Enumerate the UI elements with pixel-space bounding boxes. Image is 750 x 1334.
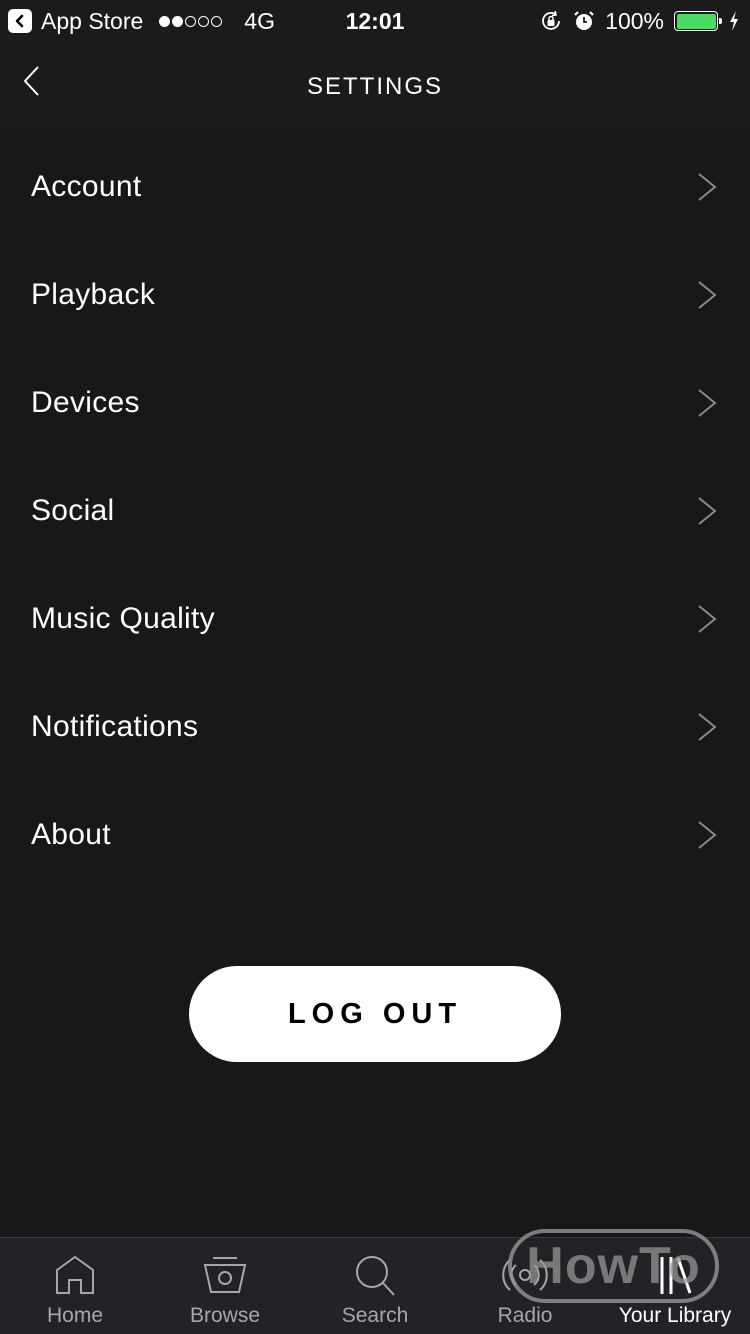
status-left: App Store 4G [8,0,275,42]
tab-bar: Home Browse Search Radio Your Library [0,1237,750,1334]
signal-dot [172,15,184,27]
tab-your-library[interactable]: Your Library [600,1238,750,1334]
signal-dot [211,15,223,27]
tab-radio[interactable]: Radio [450,1238,600,1334]
settings-screen: App Store 4G 12:01 100% SETTINGS Account… [0,0,750,1334]
settings-item-social[interactable]: Social [0,457,750,565]
settings-item-music-quality[interactable]: Music Quality [0,565,750,673]
settings-item-label: About [31,818,111,851]
battery-percent: 100% [605,7,664,34]
search-icon [356,1256,395,1296]
browse-icon [203,1257,247,1293]
chevron-right-icon [698,173,717,201]
radio-icon [502,1259,548,1291]
settings-item-devices[interactable]: Devices [0,349,750,457]
chevron-right-icon [698,281,717,309]
chevron-right-icon [698,497,717,525]
back-to-app-label[interactable]: App Store [41,8,143,35]
page-title: SETTINGS [306,73,443,100]
settings-item-notifications[interactable]: Notifications [0,673,750,781]
settings-item-label: Music Quality [31,602,215,635]
tab-label: Your Library [618,1304,732,1327]
home-icon [56,1255,94,1294]
tab-browse[interactable]: Browse [150,1238,300,1334]
status-bar: App Store 4G 12:01 100% [0,0,750,42]
settings-item-label: Devices [31,386,140,419]
signal-dot [198,15,210,27]
settings-item-label: Playback [31,278,156,311]
tab-label: Browse [189,1304,261,1327]
settings-item-account[interactable]: Account [0,133,750,241]
status-right: 100% [539,0,740,42]
tab-search[interactable]: Search [300,1238,450,1334]
battery-fill [676,13,716,29]
settings-item-about[interactable]: About [0,781,750,889]
orientation-lock-icon [542,10,561,30]
chevron-right-icon [698,713,717,741]
signal-dot [185,15,197,27]
battery-icon [674,11,722,31]
chevron-right-icon [698,389,717,417]
tab-label: Search [341,1304,409,1327]
navigation-bar: SETTINGS [0,42,750,128]
charging-bolt-icon [730,11,738,31]
settings-item-label: Notifications [31,710,199,743]
signal-dot [159,15,171,27]
tab-label: Home [46,1304,104,1327]
alarm-icon [574,11,594,30]
settings-item-playback[interactable]: Playback [0,241,750,349]
back-to-app-icon[interactable] [8,9,32,33]
log-out-button[interactable]: LOG OUT [189,966,561,1062]
library-icon [660,1257,692,1294]
chevron-right-icon [698,605,717,633]
tab-home[interactable]: Home [0,1238,150,1334]
network-type: 4G [244,7,275,34]
chevron-right-icon [698,821,717,849]
tab-label: Radio [497,1304,553,1327]
signal-strength-icon [159,15,223,27]
settings-list: Account Playback Devices Social Music Qu… [0,133,750,889]
settings-item-label: Social [31,494,115,527]
settings-item-label: Account [31,170,142,203]
